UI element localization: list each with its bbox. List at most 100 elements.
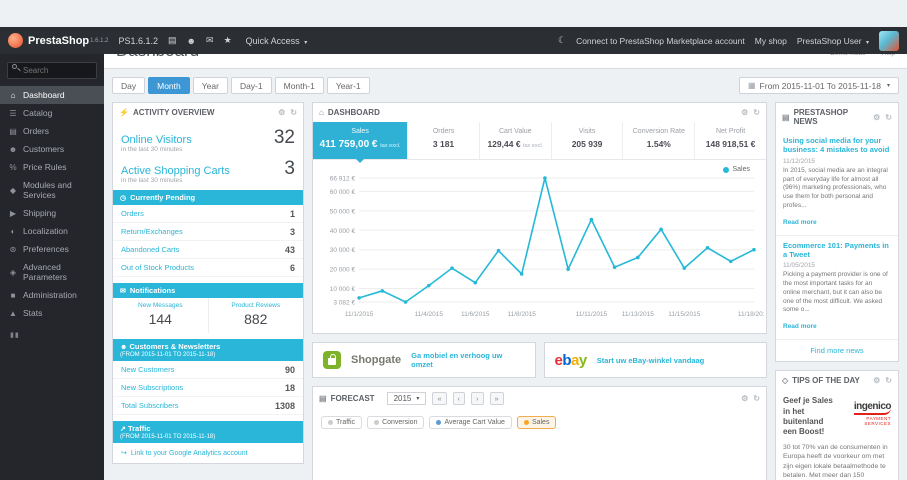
sidebar-item-catalog[interactable]: ☰ Catalog [0,104,104,122]
refresh-icon[interactable]: ↻ [885,376,892,385]
shopgate-ad[interactable]: Shopgate Ga mobiel en verhoog uw omzet [312,342,536,378]
toggle-average-cart-value[interactable]: Average Cart Value [429,416,512,429]
sidebar-item-dashboard[interactable]: ⌂ Dashboard [0,86,104,104]
sidebar-item-label: Price Rules [23,162,67,172]
refresh-icon[interactable]: ↻ [753,394,760,403]
catalog-icon: ☰ [9,108,17,118]
sidebar-item-shipping[interactable]: ▶ Shipping [0,204,104,222]
toggle-traffic[interactable]: Traffic [321,416,363,429]
ebay-ad-link[interactable]: Start uw eBay-winkel vandaag [597,356,705,365]
sidebar-item-orders[interactable]: ▤ Orders [0,122,104,140]
shopgate-ad-link[interactable]: Ga mobiel en verhoog uw omzet [411,351,524,369]
kpi-visits[interactable]: Visits 205 939 [552,122,624,159]
date-range-picker[interactable]: ▦ From 2015-11-01 To 2015-11-18 ▾ [738,77,899,94]
currently-pending-header: ◷ Currently Pending [113,190,303,205]
sidebar-item-preferences[interactable]: ⊛ Preferences [0,240,104,258]
refresh-icon[interactable]: ↻ [753,108,760,117]
sidebar-item-localization[interactable]: ◐ Localization [0,222,104,240]
read-more-link[interactable]: Read more [783,219,817,226]
news-article: Ecommerce 101: Payments in a Tweet 11/05… [776,236,898,341]
calendar-icon: ▦ [747,81,756,90]
customers-icon: ☻ [120,344,128,351]
kpi-conversion-rate[interactable]: Conversion Rate 1.54% [623,122,696,159]
sidebar-item-label: Preferences [23,244,69,254]
kpi-orders[interactable]: Orders 3 181 [408,122,480,159]
range-day-1-button[interactable]: Day-1 [230,77,272,94]
pending-row-orders[interactable]: Orders 1 [113,205,303,223]
chart-legend[interactable]: Sales [723,166,750,173]
gear-icon[interactable]: ⚙ [278,108,285,117]
product-reviews-stat[interactable]: Product Reviews 882 [207,298,304,333]
notifications-header: ✉ Notifications [113,283,303,298]
google-analytics-link[interactable]: ↪ Link to your Google Analytics account [113,443,303,463]
user-menu[interactable]: PrestaShop User ▾ [797,36,869,46]
sidebar-item-label: Dashboard [23,90,65,100]
forecast-year-select[interactable]: 2015 ▾ [386,392,427,405]
collapse-menu-button[interactable]: ▮▮ [0,322,104,348]
gear-icon[interactable]: ⚙ [873,113,880,122]
user-avatar[interactable] [879,30,899,51]
sidebar-item-stats[interactable]: ▲ Stats [0,304,104,322]
range-month-1-button[interactable]: Month-1 [274,77,324,94]
preferences-icon: ⊛ [9,244,17,254]
ebay-logo-text: ebay [554,351,588,369]
my-shop-link[interactable]: My shop [755,36,787,46]
sidebar-item-price-rules[interactable]: % Price Rules [0,158,104,176]
gift-icon[interactable]: ★ [224,35,232,46]
quick-access-menu[interactable]: Quick Access ▾ [246,36,308,46]
pending-row-out-of-stock[interactable]: Out of Stock Products 6 [113,259,303,277]
new-subscriptions-row[interactable]: New Subscriptions 18 [113,379,303,397]
sidebar-item-modules[interactable]: ◆ Modules and Services [0,176,104,204]
svg-text:11/13/2015: 11/13/2015 [622,311,654,318]
new-messages-stat[interactable]: New Messages 144 [113,298,208,333]
ebay-ad[interactable]: ebay Start uw eBay-winkel vandaag [543,342,767,378]
sidebar-item-label: Stats [23,308,43,318]
marketplace-link[interactable]: Connect to PrestaShop Marketplace accoun… [576,36,745,46]
active-carts-label: Active Shopping Carts [121,165,230,177]
article-date: 11/12/2015 [783,157,816,165]
previous-page-button[interactable]: ‹ [452,392,466,405]
gear-icon[interactable]: ⚙ [741,394,748,403]
pending-row-returns[interactable]: Return/Exchanges 3 [113,223,303,241]
refresh-icon[interactable]: ↻ [290,108,297,117]
range-year-button[interactable]: Year [192,77,228,94]
kpi-sales[interactable]: Sales 411 759,00 € tax excl. [313,122,409,163]
new-customers-row[interactable]: New Customers 90 [113,361,303,379]
article-title-link[interactable]: Using social media for your business: 4 … [783,136,891,155]
orders-cart-icon[interactable]: ▤ [168,35,177,46]
next-page-button[interactable]: › [471,392,484,405]
kpi-cart-value[interactable]: Cart Value 129,44 € tax excl. [480,122,552,159]
gear-icon[interactable]: ⚙ [873,376,880,385]
pending-row-abandoned-carts[interactable]: Abandoned Carts 43 [113,241,303,259]
chevron-down-icon: ▾ [416,396,420,402]
kpi-row: Sales 411 759,00 € tax excl. Orders 3 18… [313,122,766,163]
svg-text:11/4/2015: 11/4/2015 [415,311,444,318]
range-month-button[interactable]: Month [148,77,190,94]
messages-icon[interactable]: ✉ [206,35,214,46]
sidebar-item-advanced-parameters[interactable]: ◈ Advanced Parameters [0,258,104,286]
read-more-link[interactable]: Read more [783,323,817,330]
find-more-news-link[interactable]: Find more news [776,340,898,361]
svg-text:10 000 €: 10 000 € [330,286,356,293]
sidebar-item-label: Shipping [23,208,57,218]
prestashop-news-panel: ▤ PRESTASHOP NEWS ⚙ ↻ Using social media… [775,102,899,363]
sidebar-item-customers[interactable]: ☻ Customers [0,140,104,158]
toggle-sales[interactable]: Sales [516,416,557,429]
range-year-1-button[interactable]: Year-1 [326,77,370,94]
brand-name: PrestaShop [28,34,90,47]
customers-icon[interactable]: ☻ [187,36,196,46]
range-day-button[interactable]: Day [112,77,146,94]
article-date: 11/05/2015 [783,262,816,270]
sidebar-item-administration[interactable]: ■ Administration [0,286,104,304]
article-title-link[interactable]: Ecommerce 101: Payments in a Tweet [783,241,891,260]
shop-name-link[interactable]: PS1.6.1.2 [119,36,159,46]
link-icon: ↪ [121,450,127,457]
refresh-icon[interactable]: ↻ [885,113,892,122]
total-subscribers-row[interactable]: Total Subscribers 1308 [113,397,303,415]
last-page-button[interactable]: » [489,392,504,405]
kpi-net-profit[interactable]: Net Profit 148 918,51 € [695,122,766,159]
first-page-button[interactable]: « [432,392,447,405]
shopgate-logo-icon [323,351,341,369]
toggle-conversion[interactable]: Conversion [367,416,425,429]
gear-icon[interactable]: ⚙ [741,108,748,117]
